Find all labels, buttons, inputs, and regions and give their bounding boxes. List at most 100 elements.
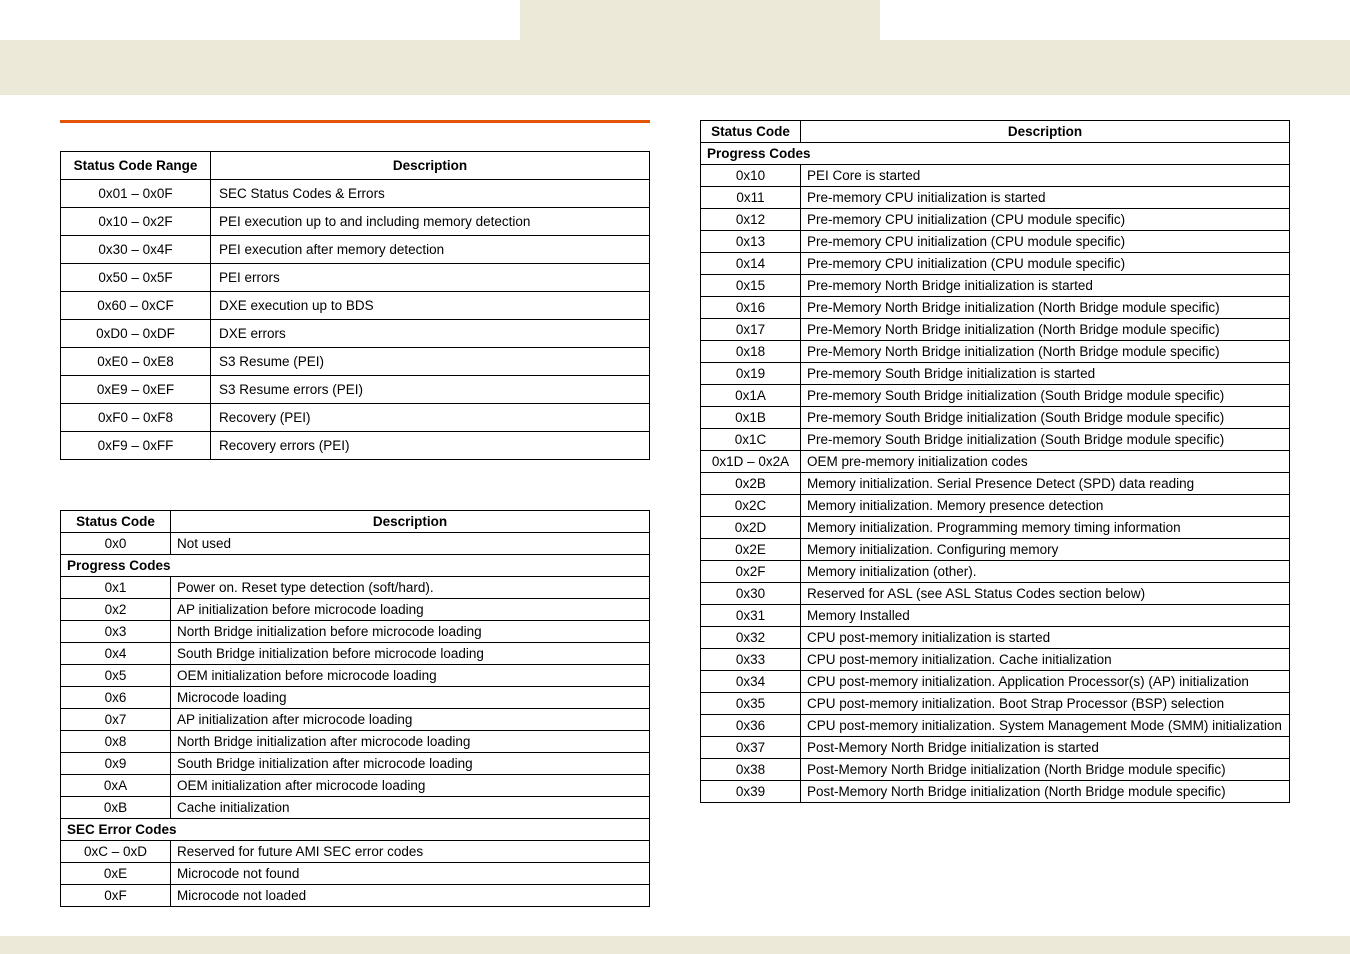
table-row: 0x13Pre-memory CPU initialization (CPU m…: [701, 231, 1290, 253]
table-row: 0x19Pre-memory South Bridge initializati…: [701, 363, 1290, 385]
table-row: 0x38Post-Memory North Bridge initializat…: [701, 759, 1290, 781]
cell-description: Pre-memory CPU initialization (CPU modul…: [801, 209, 1290, 231]
cell-description: Memory initialization. Serial Presence D…: [801, 473, 1290, 495]
cell-description: Microcode not loaded: [171, 885, 650, 907]
table-row: 0x2EMemory initialization. Configuring m…: [701, 539, 1290, 561]
cell-code: 0x0: [61, 533, 171, 555]
table-row: 0x2FMemory initialization (other).: [701, 561, 1290, 583]
cell-description: Post-Memory North Bridge initialization …: [801, 781, 1290, 803]
cell-description: Pre-memory South Bridge initialization i…: [801, 363, 1290, 385]
header-bar: [0, 40, 1350, 95]
cell-description: Pre-memory South Bridge initialization (…: [801, 385, 1290, 407]
cell-code: 0x36: [701, 715, 801, 737]
header-status-code: Status Code: [701, 121, 801, 143]
table-row: 0x9South Bridge initialization after mic…: [61, 753, 650, 775]
cell-code: 0x17: [701, 319, 801, 341]
cell-description: Pre-memory CPU initialization (CPU modul…: [801, 253, 1290, 275]
table-row: 0xF0 – 0xF8Recovery (PEI): [61, 404, 650, 432]
table-row: 0x18Pre-Memory North Bridge initializati…: [701, 341, 1290, 363]
table-row: 0x33CPU post-memory initialization. Cach…: [701, 649, 1290, 671]
cell-code-range: 0x10 – 0x2F: [61, 208, 211, 236]
cell-description: Cache initialization: [171, 797, 650, 819]
cell-description: South Bridge initialization before micro…: [171, 643, 650, 665]
cell-description: Pre-memory CPU initialization is started: [801, 187, 1290, 209]
cell-code: 0x10: [701, 165, 801, 187]
cell-code: 0x18: [701, 341, 801, 363]
cell-code: 0x19: [701, 363, 801, 385]
table-row: 0x31Memory Installed: [701, 605, 1290, 627]
cell-code: 0x30: [701, 583, 801, 605]
cell-description: DXE errors: [211, 320, 650, 348]
cell-code: 0x6: [61, 687, 171, 709]
section-header-cell: Progress Codes: [701, 143, 1290, 165]
table-row: 0x4South Bridge initialization before mi…: [61, 643, 650, 665]
table-row: 0x17Pre-Memory North Bridge initializati…: [701, 319, 1290, 341]
cell-code-range: 0xE0 – 0xE8: [61, 348, 211, 376]
cell-description: Pre-memory South Bridge initialization (…: [801, 429, 1290, 451]
cell-code: 0xB: [61, 797, 171, 819]
cell-description: Post-Memory North Bridge initialization …: [801, 759, 1290, 781]
cell-description: SEC Status Codes & Errors: [211, 180, 650, 208]
cell-code: 0x12: [701, 209, 801, 231]
cell-description: Memory initialization. Configuring memor…: [801, 539, 1290, 561]
table-row: 0x1APre-memory South Bridge initializati…: [701, 385, 1290, 407]
sec-status-code-table: Status Code Description 0x0Not usedProgr…: [60, 510, 650, 907]
cell-description: North Bridge initialization after microc…: [171, 731, 650, 753]
cell-description: CPU post-memory initialization. Boot Str…: [801, 693, 1290, 715]
cell-code: 0xE: [61, 863, 171, 885]
cell-description: AP initialization before microcode loadi…: [171, 599, 650, 621]
cell-code: 0x3: [61, 621, 171, 643]
table-row: 0x10PEI Core is started: [701, 165, 1290, 187]
table-row: 0x60 – 0xCFDXE execution up to BDS: [61, 292, 650, 320]
table-row: 0x30 – 0x4FPEI execution after memory de…: [61, 236, 650, 264]
table-row: 0x1D – 0x2AOEM pre-memory initialization…: [701, 451, 1290, 473]
table-header-row: Status Code Range Description: [61, 152, 650, 180]
table-row: 0x6Microcode loading: [61, 687, 650, 709]
cell-code: 0x5: [61, 665, 171, 687]
cell-code-range: 0x30 – 0x4F: [61, 236, 211, 264]
cell-code-range: 0x01 – 0x0F: [61, 180, 211, 208]
cell-code: 0x32: [701, 627, 801, 649]
cell-code-range: 0xE9 – 0xEF: [61, 376, 211, 404]
cell-description: Pre-Memory North Bridge initialization (…: [801, 341, 1290, 363]
cell-description: Memory initialization. Memory presence d…: [801, 495, 1290, 517]
cell-code: 0x9: [61, 753, 171, 775]
table-row: 0x50 – 0x5FPEI errors: [61, 264, 650, 292]
table-row: 0xD0 – 0xDFDXE errors: [61, 320, 650, 348]
cell-code: 0x39: [701, 781, 801, 803]
pei-status-code-table: Status Code Description Progress Codes0x…: [700, 120, 1290, 803]
cell-code: 0xC – 0xD: [61, 841, 171, 863]
cell-description: Recovery (PEI): [211, 404, 650, 432]
table-row: 0xFMicrocode not loaded: [61, 885, 650, 907]
header-status-code-range: Status Code Range: [61, 152, 211, 180]
header-tab: [520, 0, 880, 40]
cell-description: CPU post-memory initialization. System M…: [801, 715, 1290, 737]
cell-description: Microcode loading: [171, 687, 650, 709]
cell-description: Not used: [171, 533, 650, 555]
cell-description: CPU post-memory initialization. Applicat…: [801, 671, 1290, 693]
cell-description: S3 Resume errors (PEI): [211, 376, 650, 404]
cell-description: Pre-memory South Bridge initialization (…: [801, 407, 1290, 429]
cell-code: 0x2F: [701, 561, 801, 583]
cell-description: CPU post-memory initialization is starte…: [801, 627, 1290, 649]
cell-description: AP initialization after microcode loadin…: [171, 709, 650, 731]
cell-code-range: 0xF0 – 0xF8: [61, 404, 211, 432]
left-column: Status Code Range Description 0x01 – 0x0…: [60, 120, 650, 929]
table-row: 0xEMicrocode not found: [61, 863, 650, 885]
cell-description: Microcode not found: [171, 863, 650, 885]
cell-code: 0x2D: [701, 517, 801, 539]
table-row: 0x30Reserved for ASL (see ASL Status Cod…: [701, 583, 1290, 605]
cell-description: Pre-memory North Bridge initialization i…: [801, 275, 1290, 297]
cell-code: 0xA: [61, 775, 171, 797]
cell-code: 0x13: [701, 231, 801, 253]
cell-description: CPU post-memory initialization. Cache in…: [801, 649, 1290, 671]
table-row: 0x36CPU post-memory initialization. Syst…: [701, 715, 1290, 737]
cell-description: Pre-memory CPU initialization (CPU modul…: [801, 231, 1290, 253]
table-row: 0x8North Bridge initialization after mic…: [61, 731, 650, 753]
cell-description: Reserved for future AMI SEC error codes: [171, 841, 650, 863]
table-row: 0x16Pre-Memory North Bridge initializati…: [701, 297, 1290, 319]
cell-description: Power on. Reset type detection (soft/har…: [171, 577, 650, 599]
cell-code: 0x2E: [701, 539, 801, 561]
cell-description: Memory initialization (other).: [801, 561, 1290, 583]
cell-description: OEM pre-memory initialization codes: [801, 451, 1290, 473]
